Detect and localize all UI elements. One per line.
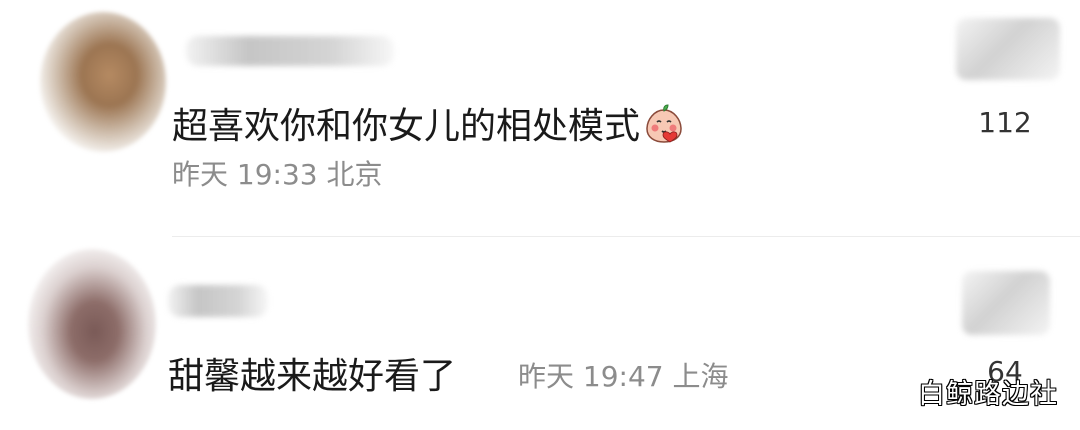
comment-text: 甜馨越来越好看了 — [168, 355, 456, 399]
avatar-blurred[interactable] — [28, 249, 156, 399]
comment-text-content: 甜馨越来越好看了 — [168, 356, 457, 397]
comment-list: 超喜欢你和你女儿的相处模式 昨天 19:33 北京 112 甜馨越来越好看了 昨… — [0, 0, 1080, 430]
like-count: 112 — [978, 106, 1032, 139]
username-blurred[interactable] — [168, 285, 268, 317]
like-icon-blurred[interactable] — [962, 271, 1050, 335]
avatar-blurred[interactable] — [40, 12, 166, 152]
comment-meta: 昨天 19:33 北京 — [172, 158, 383, 191]
like-icon-blurred[interactable] — [956, 18, 1060, 80]
comment-text: 超喜欢你和你女儿的相处模式 — [172, 104, 684, 149]
comment-meta: 昨天 19:47 上海 — [518, 360, 729, 393]
comment-text-content: 超喜欢你和你女儿的相处模式 — [172, 106, 641, 147]
watermark-text: 白鲸路边社 — [918, 379, 1058, 410]
comment-item[interactable]: 超喜欢你和你女儿的相处模式 昨天 19:33 北京 112 — [0, 0, 1080, 236]
blushing-peach-emoji-icon — [646, 104, 682, 143]
username-blurred[interactable] — [186, 36, 394, 66]
